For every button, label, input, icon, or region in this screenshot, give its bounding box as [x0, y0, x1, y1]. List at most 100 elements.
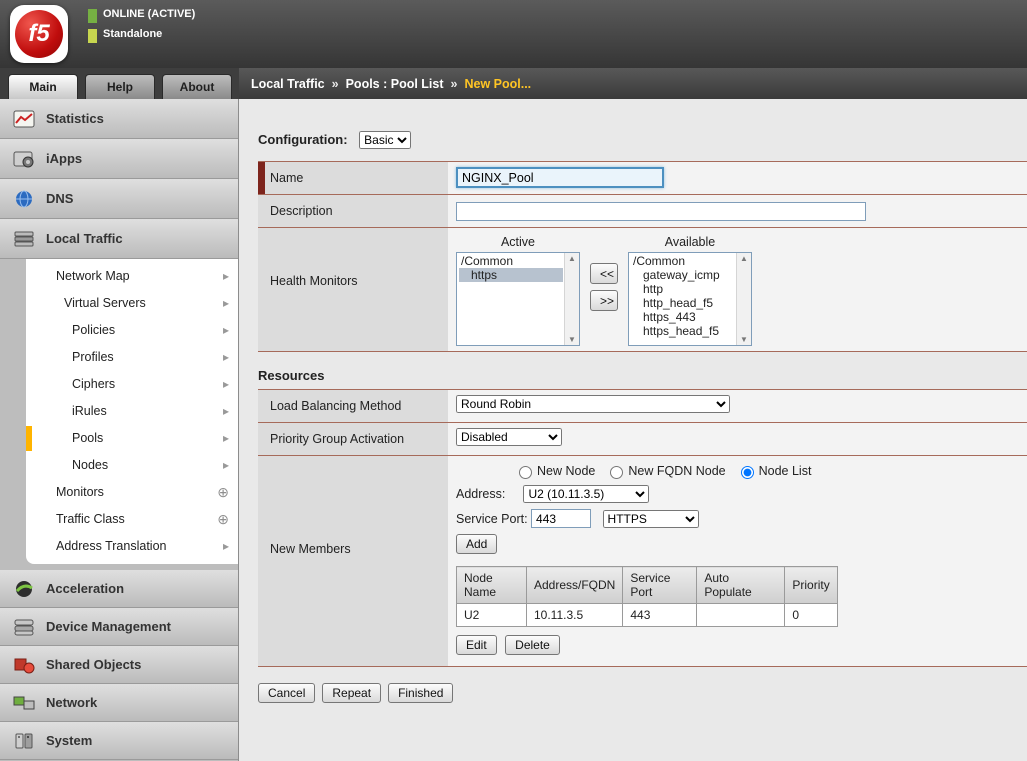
members-header-row: Node Name Address/FQDN Service Port Auto… — [457, 567, 838, 604]
add-button[interactable]: Add — [456, 534, 497, 554]
members-table: Node Name Address/FQDN Service Port Auto… — [456, 566, 838, 627]
sub-item-label: Policies — [72, 323, 115, 337]
move-to-available-button[interactable]: >> — [590, 290, 618, 311]
sidebar-item-dns[interactable]: DNS — [0, 179, 238, 219]
active-group-label: /Common — [459, 254, 563, 268]
new-node-radio-label[interactable]: New Node — [537, 464, 595, 478]
repeat-button[interactable]: Repeat — [322, 683, 381, 703]
chevron-right-icon: ▸ — [223, 533, 229, 560]
sidebar-item-acceleration[interactable]: Acceleration — [0, 570, 238, 608]
chevron-right-icon: ▸ — [223, 371, 229, 398]
node-list-radio-label[interactable]: Node List — [759, 464, 812, 478]
sidebar-item-policies[interactable]: Policies ▸ — [26, 317, 238, 344]
available-monitor-item[interactable]: http — [631, 282, 735, 296]
status-line-online: ONLINE (ACTIVE) — [88, 8, 195, 23]
member-row[interactable]: U2 10.11.3.5 443 0 — [457, 604, 838, 627]
f5-logo[interactable]: f5 — [10, 5, 68, 63]
move-to-active-button[interactable]: << — [590, 263, 618, 284]
tab-strip: Main Help About Local Traffic » Pools : … — [0, 68, 1027, 99]
new-node-radio[interactable] — [519, 466, 532, 479]
network-icon — [12, 693, 36, 713]
active-listbox-scrollbar[interactable]: ▲▼ — [564, 253, 579, 345]
member-service-port: 443 — [623, 604, 697, 627]
breadcrumb-separator: » — [451, 77, 458, 91]
health-monitors-value-cell: Active /Common https ▲▼ << >> — [448, 228, 1027, 351]
sidebar-item-irules[interactable]: iRules ▸ — [26, 398, 238, 425]
breadcrumb-pool-list[interactable]: Pools : Pool List — [346, 77, 444, 91]
priority-group-select[interactable]: Disabled — [456, 428, 562, 446]
sidebar-item-label: Local Traffic — [46, 231, 123, 246]
local-traffic-icon — [12, 229, 36, 249]
circle-plus-icon[interactable]: ⊕ — [217, 479, 229, 506]
sidebar-item-label: Acceleration — [46, 581, 124, 596]
sidebar-item-label: iApps — [46, 151, 82, 166]
description-input[interactable] — [456, 202, 866, 221]
active-monitor-item[interactable]: https — [459, 268, 563, 282]
local-traffic-submenu: Network Map ▸ Virtual Servers ▸ Policies… — [0, 259, 238, 570]
add-line: Add — [456, 534, 1019, 554]
description-value-cell — [448, 195, 1027, 227]
sidebar-item-statistics[interactable]: Statistics — [0, 99, 238, 139]
sidebar-item-label: DNS — [46, 191, 73, 206]
priority-group-row: Priority Group Activation Disabled — [258, 423, 1027, 456]
sidebar-item-nodes[interactable]: Nodes ▸ — [26, 452, 238, 479]
available-monitor-item[interactable]: https_head_f5 — [631, 324, 735, 338]
sidebar-item-network-map[interactable]: Network Map ▸ — [26, 263, 238, 290]
load-balancing-label: Load Balancing Method — [258, 390, 448, 422]
service-select[interactable]: HTTPS — [603, 510, 699, 528]
sidebar-item-ciphers[interactable]: Ciphers ▸ — [26, 371, 238, 398]
sidebar-item-iapps[interactable]: iApps — [0, 139, 238, 179]
acceleration-icon — [12, 579, 36, 599]
service-port-input[interactable] — [531, 509, 591, 528]
sidebar-item-system[interactable]: System — [0, 722, 238, 760]
main-content: Configuration: Basic Name Description He… — [240, 99, 1027, 761]
f5-logo-text: f5 — [28, 20, 49, 48]
sidebar-item-device-management[interactable]: Device Management — [0, 608, 238, 646]
breadcrumb-local-traffic[interactable]: Local Traffic — [251, 77, 325, 91]
active-monitors-column: Active /Common https ▲▼ — [456, 235, 580, 346]
load-balancing-select[interactable]: Round Robin — [456, 395, 730, 413]
available-monitors-listbox[interactable]: /Common gateway_icmp http http_head_f5 h… — [628, 252, 752, 346]
tab-main[interactable]: Main — [8, 74, 78, 99]
new-fqdn-node-radio[interactable] — [610, 466, 623, 479]
sidebar-item-label: System — [46, 733, 92, 748]
breadcrumb-separator: » — [332, 77, 339, 91]
available-monitor-item[interactable]: https_443 — [631, 310, 735, 324]
sidebar-item-profiles[interactable]: Profiles ▸ — [26, 344, 238, 371]
available-monitor-item[interactable]: gateway_icmp — [631, 268, 735, 282]
finished-button[interactable]: Finished — [388, 683, 453, 703]
configuration-select[interactable]: Basic — [359, 131, 411, 149]
address-select[interactable]: U2 (10.11.3.5) — [523, 485, 649, 503]
sidebar-item-traffic-class[interactable]: Traffic Class ⊕ — [26, 506, 238, 533]
node-list-radio[interactable] — [741, 466, 754, 479]
status-line-standalone: Standalone — [88, 28, 195, 43]
breadcrumb-current: New Pool... — [464, 77, 531, 91]
member-node-name: U2 — [457, 604, 527, 627]
sidebar-item-label: Device Management — [46, 619, 171, 634]
sidebar-item-shared-objects[interactable]: Shared Objects — [0, 646, 238, 684]
available-monitor-item[interactable]: http_head_f5 — [631, 296, 735, 310]
sidebar-item-virtual-servers[interactable]: Virtual Servers ▸ — [26, 290, 238, 317]
tab-help[interactable]: Help — [85, 74, 155, 99]
health-monitors-label: Health Monitors — [258, 228, 448, 351]
tab-about[interactable]: About — [162, 74, 232, 99]
sidebar-item-pools[interactable]: Pools ▸ — [26, 425, 238, 452]
sub-item-label: Profiles — [72, 350, 114, 364]
member-auto-populate — [697, 604, 785, 627]
sidebar-item-local-traffic[interactable]: Local Traffic — [0, 219, 238, 259]
available-listbox-scrollbar[interactable]: ▲▼ — [736, 253, 751, 345]
description-row: Description — [258, 195, 1027, 228]
sidebar-item-network[interactable]: Network — [0, 684, 238, 722]
breadcrumb: Local Traffic » Pools : Pool List » New … — [239, 68, 1027, 99]
delete-button[interactable]: Delete — [505, 635, 560, 655]
active-monitors-listbox[interactable]: /Common https ▲▼ — [456, 252, 580, 346]
sidebar-item-address-translation[interactable]: Address Translation ▸ — [26, 533, 238, 560]
top-header: f5 ONLINE (ACTIVE) Standalone — [0, 0, 1027, 68]
cancel-button[interactable]: Cancel — [258, 683, 315, 703]
edit-button[interactable]: Edit — [456, 635, 497, 655]
sidebar-item-monitors[interactable]: Monitors ⊕ — [26, 479, 238, 506]
name-input[interactable] — [456, 167, 664, 188]
new-members-label: New Members — [258, 456, 448, 666]
new-fqdn-node-radio-label[interactable]: New FQDN Node — [628, 464, 725, 478]
circle-plus-icon[interactable]: ⊕ — [217, 506, 229, 533]
